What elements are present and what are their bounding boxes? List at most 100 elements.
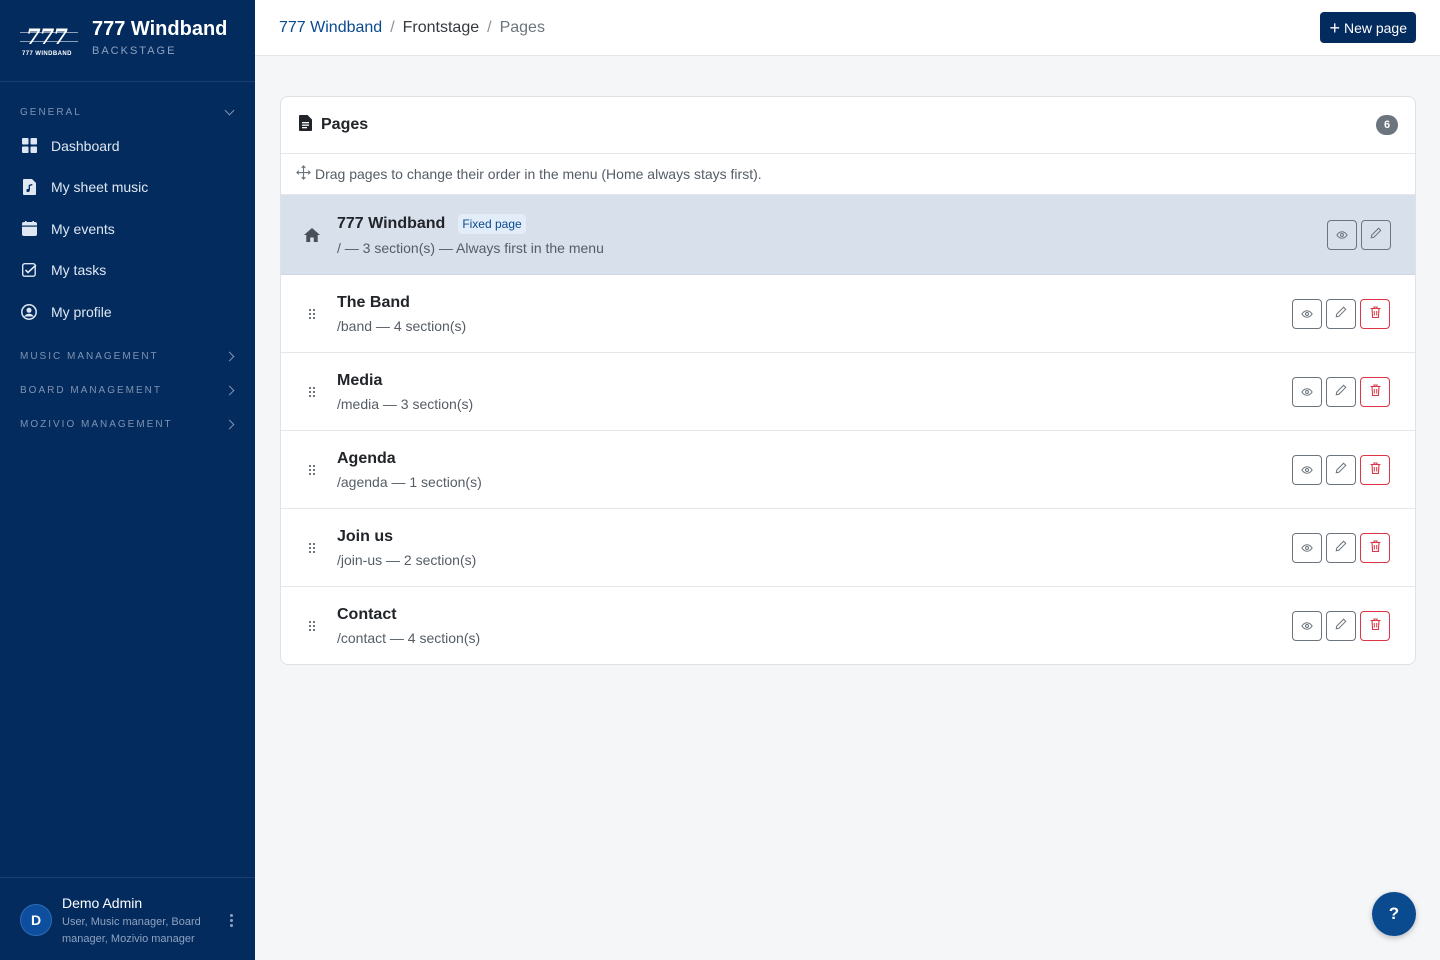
fixed-page-badge: Fixed page — [458, 213, 526, 234]
move-arrows-icon — [296, 165, 311, 183]
view-button[interactable] — [1292, 532, 1322, 563]
delete-button[interactable] — [1360, 611, 1390, 641]
sidebar-item-label: My sheet music — [51, 179, 149, 196]
chevron-right-icon — [224, 419, 235, 430]
edit-button[interactable] — [1326, 611, 1356, 641]
card-header: Pages 6 — [281, 97, 1415, 154]
music-file-icon — [21, 179, 37, 196]
plus-icon: + — [1329, 17, 1340, 38]
page-subtitle: /media — 3 section(s) — [337, 395, 474, 412]
page-subtitle: /contact — 4 section(s) — [337, 630, 481, 646]
trash-icon — [1370, 383, 1381, 401]
drag-handle-icon[interactable] — [281, 542, 337, 553]
page-row[interactable]: Join us /join-us — 2 section(s) — [281, 509, 1415, 587]
eye-icon — [1301, 383, 1313, 401]
pencil-icon — [1335, 617, 1347, 635]
page-title: The Band — [337, 293, 410, 311]
pencil-icon — [1335, 461, 1347, 479]
card-title: Pages — [321, 116, 369, 133]
sidebar-item-sheet-music[interactable]: My sheet music — [0, 167, 255, 209]
page-subtitle: /join-us — 2 section(s) — [337, 551, 477, 568]
pencil-icon — [1335, 305, 1347, 323]
view-button[interactable] — [1292, 611, 1322, 641]
pencil-icon — [1335, 539, 1347, 557]
nav-section-mozivio-management[interactable]: MOZIVIO MANAGEMENT — [0, 414, 255, 436]
trash-icon — [1370, 617, 1381, 635]
brand-subtitle: BACKSTAGE — [92, 45, 177, 57]
pencil-icon — [1335, 383, 1347, 401]
breadcrumb-current: Pages — [499, 18, 545, 36]
edit-button[interactable] — [1326, 532, 1356, 563]
drag-handle-icon[interactable] — [281, 308, 337, 319]
delete-button[interactable] — [1360, 298, 1390, 329]
delete-button[interactable] — [1360, 454, 1390, 485]
user-panel[interactable]: D Demo Admin User, Music manager, Board … — [0, 877, 255, 960]
user-circle-icon — [21, 303, 37, 320]
new-page-button[interactable]: + New page — [1320, 12, 1416, 43]
sidebar-item-label: My events — [51, 220, 115, 237]
user-name: Demo Admin — [62, 895, 143, 911]
dashboard-icon — [21, 138, 37, 154]
help-button[interactable]: ? — [1372, 892, 1416, 936]
edit-button[interactable] — [1361, 219, 1391, 250]
page-title: Agenda — [337, 449, 396, 467]
page-subtitle: /band — 4 section(s) — [337, 317, 467, 334]
sidebar-item-tasks[interactable]: My tasks — [0, 250, 255, 292]
page-row[interactable]: Contact /contact — 4 section(s) — [281, 587, 1415, 664]
sidebar-item-label: My tasks — [51, 262, 107, 279]
sidebar-item-label: Dashboard — [51, 137, 120, 154]
chevron-right-icon — [224, 385, 235, 396]
trash-icon — [1370, 305, 1381, 323]
page-title: Join us — [337, 527, 394, 545]
edit-button[interactable] — [1326, 454, 1356, 485]
view-button[interactable] — [1292, 298, 1322, 329]
band-logo: 777 777 WINDBAND — [20, 24, 78, 58]
edit-button[interactable] — [1326, 298, 1356, 329]
page-title: Media — [337, 371, 383, 389]
drag-hint: Drag pages to change their order in the … — [281, 154, 1415, 195]
eye-icon — [1301, 461, 1313, 479]
drag-handle-icon[interactable] — [281, 464, 337, 475]
chevron-down-icon — [224, 105, 235, 115]
checkbox-icon — [21, 262, 37, 278]
sidebar: 777 777 WINDBAND 777 Windband BACKSTAGE … — [0, 0, 255, 960]
view-button[interactable] — [1292, 376, 1322, 407]
breadcrumb: 777 Windband / Frontstage / Pages — [279, 18, 545, 36]
breadcrumb-frontstage[interactable]: Frontstage — [403, 19, 479, 36]
page-count-badge: 6 — [1376, 115, 1398, 135]
calendar-icon — [21, 221, 37, 237]
page-title: 777 Windband — [337, 214, 446, 232]
eye-icon — [1301, 305, 1313, 323]
sidebar-item-dashboard[interactable]: Dashboard — [0, 125, 255, 167]
eye-icon — [1301, 617, 1313, 635]
page-row-home: 777 Windband Fixed page / — 3 section(s)… — [281, 195, 1415, 275]
trash-icon — [1370, 461, 1381, 479]
view-button[interactable] — [1292, 454, 1322, 485]
breadcrumb-home[interactable]: 777 Windband — [279, 19, 382, 36]
sidebar-item-profile[interactable]: My profile — [0, 291, 255, 333]
eye-icon — [1336, 226, 1348, 244]
drag-handle-icon[interactable] — [281, 386, 337, 397]
topbar: 777 Windband / Frontstage / Pages + New page — [255, 0, 1440, 56]
eye-icon — [1301, 539, 1313, 557]
page-row[interactable]: The Band /band — 4 section(s) — [281, 275, 1415, 353]
user-roles: User, Music manager, Board manager, Mozi… — [62, 916, 201, 945]
view-button[interactable] — [1327, 219, 1357, 250]
nav-section-music-management[interactable]: MUSIC MANAGEMENT — [0, 346, 255, 368]
nav-section-board-management[interactable]: BOARD MANAGEMENT — [0, 380, 255, 402]
delete-button[interactable] — [1360, 532, 1390, 563]
page-row[interactable]: Media /media — 3 section(s) — [281, 353, 1415, 431]
kebab-menu-icon[interactable] — [230, 914, 233, 929]
document-icon — [299, 114, 312, 136]
edit-button[interactable] — [1326, 376, 1356, 407]
chevron-right-icon — [224, 351, 235, 362]
page-row[interactable]: Agenda /agenda — 1 section(s) — [281, 431, 1415, 509]
nav-section-general[interactable]: GENERAL — [0, 101, 255, 123]
delete-button[interactable] — [1360, 376, 1390, 407]
page-title: Contact — [337, 606, 397, 623]
brand-title: 777 Windband — [92, 18, 228, 40]
sidebar-item-events[interactable]: My events — [0, 208, 255, 250]
drag-handle-icon[interactable] — [281, 621, 337, 631]
brand[interactable]: 777 777 WINDBAND 777 Windband BACKSTAGE — [0, 0, 255, 82]
page-subtitle: / — 3 section(s) — Always first in the m… — [337, 239, 604, 256]
